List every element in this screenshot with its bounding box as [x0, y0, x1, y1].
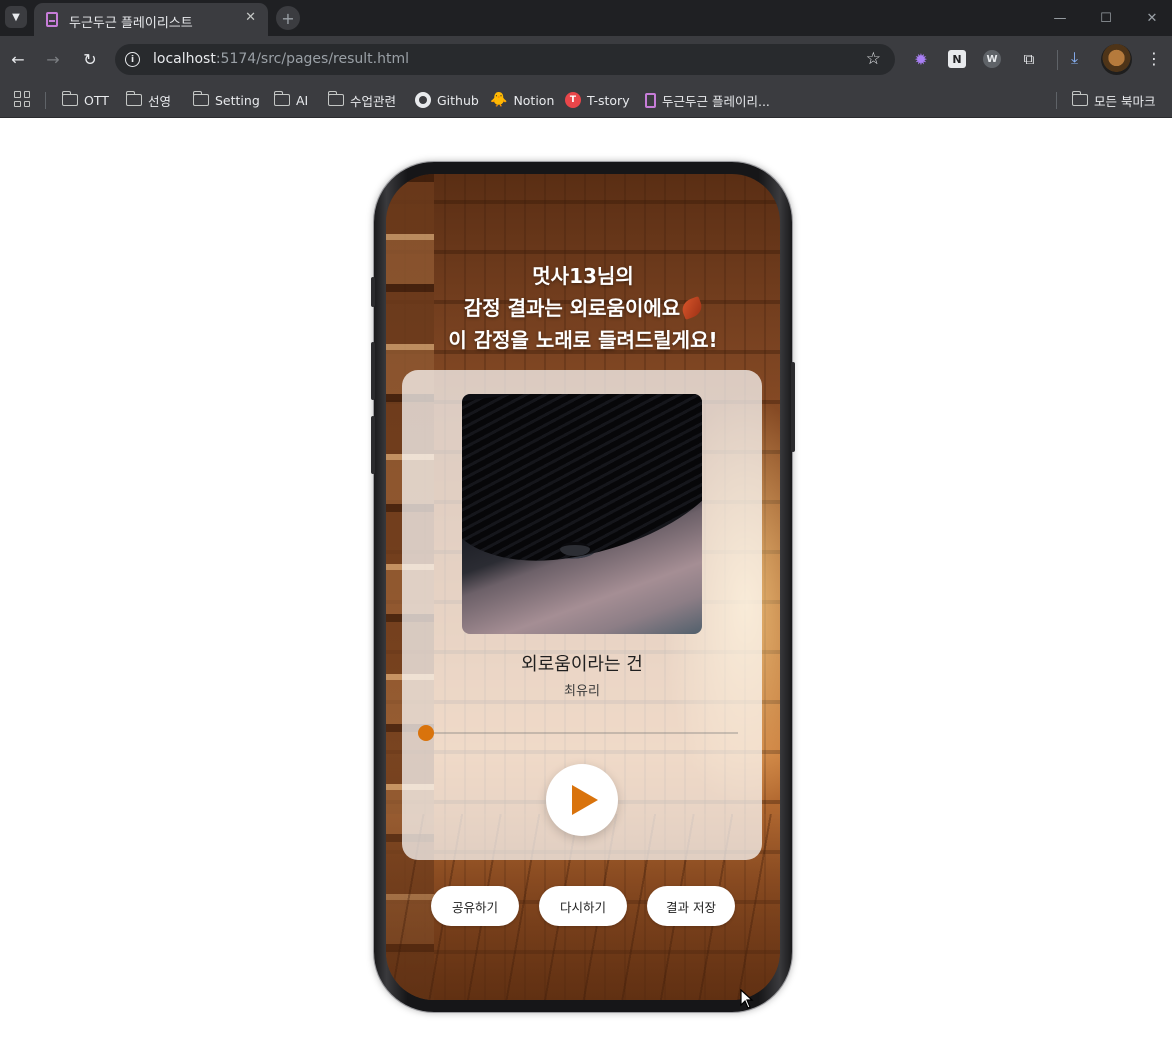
url-text[interactable]: localhost:5174/src/pages/result.html — [153, 51, 409, 67]
url-path: :5174/src/pages/result.html — [215, 51, 409, 67]
tstory-icon: T — [565, 92, 581, 108]
profile-avatar[interactable] — [1101, 44, 1132, 75]
song-title: 외로움이라는 건 — [521, 654, 643, 675]
bookmarks-bar: OTT 선영 Setting AI 수업관련 Github 🐥 Notion TT… — [0, 82, 1172, 118]
new-tab-button[interactable]: + — [276, 6, 300, 30]
window-minimize-button[interactable]: — — [1037, 0, 1083, 36]
github-icon — [415, 92, 431, 108]
window-maximize-button[interactable]: ☐ — [1083, 0, 1129, 36]
bookmark-github[interactable]: Github — [415, 89, 479, 111]
phone-frame: 멋사13님의 감정 결과는 외로움이에요 이 감정을 노래로 들려드릴게요! 외… — [371, 162, 795, 1012]
retry-button[interactable]: 다시하기 — [539, 886, 627, 926]
bookmark-label: 모든 북마크 — [1094, 93, 1156, 109]
result-actions: 공유하기 다시하기 결과 저장 — [386, 886, 780, 926]
play-button[interactable] — [546, 764, 618, 836]
bookmark-ai[interactable]: AI — [273, 89, 309, 111]
leaf-icon — [679, 296, 705, 320]
more-menu-icon[interactable]: ⋮ — [1146, 49, 1162, 68]
bookmark-label: 선영 — [148, 93, 172, 109]
extensions-puzzle-icon[interactable]: ⧉ — [1020, 50, 1038, 68]
result-headline: 멋사13님의 감정 결과는 외로움이에요 이 감정을 노래로 들려드릴게요! — [386, 260, 780, 356]
tab-search-button[interactable]: ▼ — [5, 6, 27, 28]
save-result-button[interactable]: 결과 저장 — [647, 886, 735, 926]
address-bar[interactable]: i localhost:5174/src/pages/result.html ☆ — [115, 44, 895, 75]
notion-icon: 🐥 — [490, 92, 508, 108]
bookmark-label: 수업관련 — [350, 93, 397, 109]
album-cover-eye — [560, 542, 590, 556]
bookmarks-divider — [1056, 92, 1057, 109]
bookmark-star-icon[interactable]: ☆ — [866, 49, 881, 69]
bookmarks-divider — [45, 92, 46, 109]
phone-side-button — [371, 342, 375, 400]
bookmark-label: Notion — [513, 92, 555, 108]
bookmark-setting[interactable]: Setting — [192, 89, 260, 111]
back-arrow-icon[interactable]: ← — [8, 49, 28, 69]
extension-w-icon[interactable]: W — [983, 50, 1001, 68]
share-button[interactable]: 공유하기 — [431, 886, 519, 926]
bookmark-playlist[interactable]: 두근두근 플레이리... — [645, 89, 770, 111]
tab-title: 두근두근 플레이리스트 — [69, 16, 193, 31]
bookmark-label: 두근두근 플레이리... — [662, 93, 770, 109]
bookmark-label: T-story — [587, 92, 630, 108]
forward-arrow-icon[interactable]: → — [43, 49, 63, 69]
play-icon — [572, 785, 598, 815]
tab-strip: ▼ 두근두근 플레이리스트 ✕ + — ☐ ✕ — [0, 0, 1172, 36]
folder-icon — [1071, 91, 1088, 106]
headline-line-2: 감정 결과는 외로움이에요 — [386, 292, 780, 324]
bookmark-label: Github — [437, 92, 479, 108]
extension-gear-icon[interactable]: ✹ — [912, 50, 930, 69]
phone-side-button — [371, 416, 375, 474]
bookmark-label: AI — [296, 92, 309, 108]
folder-icon — [327, 91, 344, 106]
bookmark-all[interactable]: 모든 북마크 — [1071, 89, 1156, 111]
folder-icon — [273, 91, 290, 106]
page-icon — [645, 92, 656, 108]
bookmark-class[interactable]: 수업관련 — [327, 89, 397, 111]
toolbar-divider — [1057, 50, 1058, 70]
progress-slider[interactable] — [418, 725, 738, 741]
phone-side-button — [371, 277, 375, 307]
album-cover — [462, 394, 702, 634]
phone-side-button — [791, 362, 795, 452]
progress-thumb[interactable] — [418, 725, 434, 741]
bookmark-ott[interactable]: OTT — [61, 89, 109, 111]
download-icon[interactable]: ⤓ — [1071, 48, 1078, 68]
mouse-cursor-icon — [740, 989, 754, 1009]
bookmark-seonyoung[interactable]: 선영 — [125, 89, 172, 111]
bookmark-label: Setting — [215, 92, 260, 108]
window-close-button[interactable]: ✕ — [1129, 0, 1172, 36]
headline-line-1: 멋사13님의 — [532, 264, 634, 288]
extension-notion-icon[interactable]: N — [948, 50, 966, 68]
tab-close-icon[interactable]: ✕ — [245, 10, 256, 25]
music-player-card: 외로움이라는 건 최유리 — [402, 370, 762, 860]
folder-icon — [125, 91, 142, 106]
folder-icon — [61, 91, 78, 106]
page-favicon-icon — [46, 12, 58, 27]
apps-grid-icon[interactable] — [14, 91, 30, 107]
url-host: localhost — [153, 51, 216, 67]
site-info-icon[interactable]: i — [125, 52, 140, 67]
bookmark-notion[interactable]: 🐥 Notion — [490, 89, 554, 111]
headline-emotion-text: 감정 결과는 외로움이에요 — [463, 296, 681, 320]
bookmark-label: OTT — [84, 92, 109, 108]
active-tab[interactable]: 두근두근 플레이리스트 ✕ — [34, 3, 268, 36]
bookmark-tstory[interactable]: T T-story — [565, 89, 630, 111]
phone-screen: 멋사13님의 감정 결과는 외로움이에요 이 감정을 노래로 들려드릴게요! 외… — [386, 174, 780, 1000]
folder-icon — [192, 91, 209, 106]
reload-icon[interactable]: ↻ — [80, 49, 100, 69]
headline-line-3: 이 감정을 노래로 들려드릴게요! — [448, 328, 718, 352]
browser-toolbar: ← → ↻ i localhost:5174/src/pages/result.… — [0, 36, 1172, 82]
artist-name: 최유리 — [564, 684, 600, 699]
